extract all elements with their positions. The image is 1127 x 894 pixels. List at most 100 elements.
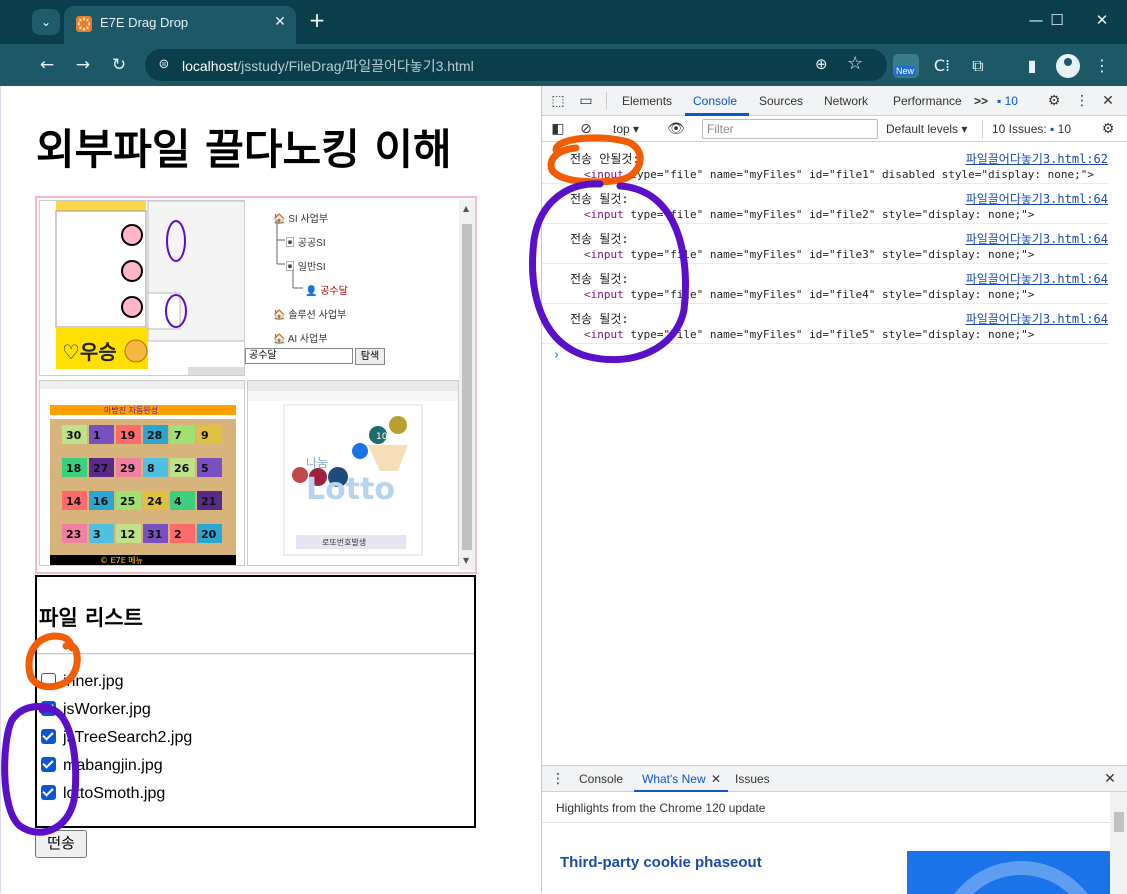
log-source-link[interactable]: 파일끌어다놓기3.html:64 [966, 230, 1108, 247]
svg-text:18: 18 [66, 462, 81, 475]
log-message: 전송 될것: [570, 192, 629, 206]
extension-c-icon[interactable]: C⁞ [930, 54, 954, 78]
messages-badge[interactable]: ▪ 10 [997, 94, 1018, 108]
drawer-scroll-thumb[interactable] [1114, 812, 1124, 832]
drawer-close-icon[interactable]: ✕ [1100, 769, 1120, 789]
log-source-link[interactable]: 파일끌어다놓기3.html:64 [966, 190, 1108, 207]
context-selector[interactable]: top ▾ [613, 122, 639, 136]
settings-gear-icon[interactable]: ⚙ [1044, 91, 1064, 111]
file-row-inner[interactable]: inner.jpg [41, 673, 124, 695]
log-element[interactable]: <input type="file" name="myFiles" id="fi… [584, 208, 1034, 221]
drawer-tab-console[interactable]: Console [579, 772, 623, 786]
extensions-puzzle-icon[interactable]: ⧉ [966, 54, 990, 78]
more-tabs-icon[interactable]: >> [974, 94, 988, 108]
magic-footer: © E7E 메뉴 [100, 556, 143, 565]
console-log-entry: 전송 될것: 파일끌어다놓기3.html:64 <input type="fil… [542, 224, 1108, 264]
magic-cell: 9 [197, 425, 222, 444]
magic-cell: 25 [116, 491, 141, 510]
tab-close-icon[interactable]: ✕ [271, 13, 289, 31]
file-row-lottosmoth[interactable]: lottoSmoth.jpg [41, 785, 165, 807]
reload-icon[interactable]: ↻ [106, 52, 132, 78]
file-row-jsworker[interactable]: jsWorker.jpg [41, 701, 151, 723]
magic-cell: 19 [116, 425, 141, 444]
extension-new-badge-icon[interactable]: New [893, 54, 919, 78]
tab-elements[interactable]: Elements [622, 94, 672, 108]
scroll-down-arrow-icon[interactable]: ▼ [463, 556, 469, 565]
log-element[interactable]: <input type="file" name="myFiles" id="fi… [584, 248, 1034, 261]
menu-kebab-icon[interactable]: ⋮ [1090, 54, 1114, 78]
drawer-tab-whats-new[interactable]: What's New [642, 772, 706, 786]
drop-zone-scrollbar[interactable]: ▲ ▼ [459, 200, 475, 570]
file-checkbox-lottosmoth[interactable] [41, 785, 56, 800]
drawer-tab-issues[interactable]: Issues [735, 772, 770, 786]
svg-text:27: 27 [93, 462, 108, 475]
side-panel-icon[interactable]: ▮ [1020, 54, 1044, 78]
url-text[interactable]: localhost/jsstudy/FileDrag/파일끌어다놓기3.html [182, 56, 474, 76]
device-toolbar-icon[interactable]: ▭ [576, 91, 596, 111]
tab-search-chevron-icon[interactable]: ⌄ [32, 9, 60, 35]
tab-network[interactable]: Network [824, 94, 868, 108]
forward-arrow-icon[interactable]: → [70, 52, 96, 78]
tab-favicon-icon: ꙰ [76, 16, 92, 32]
svg-text:19: 19 [120, 429, 135, 442]
tab-console[interactable]: Console [693, 94, 737, 108]
log-element[interactable]: <input type="file" name="myFiles" id="fi… [584, 168, 1094, 181]
log-element[interactable]: <input type="file" name="myFiles" id="fi… [584, 288, 1034, 301]
zoom-icon[interactable]: ⊕ [815, 55, 828, 73]
maximize-icon[interactable]: ☐ [1037, 6, 1077, 34]
magic-cell: 28 [143, 425, 168, 444]
devtools-close-icon[interactable]: ✕ [1098, 91, 1118, 111]
svg-text:1: 1 [93, 429, 101, 442]
send-button[interactable]: 떤송 [35, 830, 87, 858]
profile-avatar-icon[interactable] [1056, 54, 1080, 78]
back-arrow-icon[interactable]: ← [34, 52, 60, 78]
site-info-icon[interactable]: ⊜ [153, 55, 175, 75]
file-checkbox-inner[interactable] [41, 673, 56, 688]
console-filter-input[interactable]: Filter [702, 119, 878, 139]
bookmark-star-icon[interactable]: ☆ [847, 53, 863, 74]
clear-console-icon[interactable]: ⊘ [576, 119, 596, 139]
file-checkbox-jstreesearch2[interactable] [41, 729, 56, 744]
worker-caption: ♡우승 [62, 340, 117, 364]
devtools-menu-kebab-icon[interactable]: ⋮ [1072, 91, 1092, 111]
tab-sources[interactable]: Sources [759, 94, 803, 108]
scroll-thumb[interactable] [462, 224, 472, 550]
log-source-link[interactable]: 파일끌어다놓기3.html:64 [966, 270, 1108, 287]
log-levels-dropdown[interactable]: Default levels ▾ [886, 122, 967, 136]
new-tab-plus-icon[interactable]: + [306, 9, 328, 33]
whats-new-article-link[interactable]: Third-party cookie phaseout [560, 854, 762, 871]
magic-cell: 20 [197, 524, 222, 543]
drawer-tab-close-icon[interactable]: ✕ [711, 772, 721, 786]
lotto-screenshot: 10 나눔 Lotto 로또번호발생 [248, 381, 458, 556]
file-checkbox-mabangjin[interactable] [41, 757, 56, 772]
drawer-scrollbar[interactable] [1110, 792, 1127, 894]
magic-cell: 3 [89, 524, 114, 543]
inspect-element-icon[interactable]: ⬚ [548, 91, 568, 111]
live-expression-eye-icon[interactable]: 👁 [666, 119, 686, 139]
tab-performance[interactable]: Performance [893, 94, 962, 108]
magic-cell: 27 [89, 458, 114, 477]
tree-lines [276, 220, 303, 289]
file-checkbox-jsworker[interactable] [41, 701, 56, 716]
drawer-menu-kebab-icon[interactable]: ⋮ [548, 769, 568, 789]
file-row-mabangjin[interactable]: mabangjin.jpg [41, 757, 163, 779]
log-source-link[interactable]: 파일끌어다놓기3.html:64 [966, 310, 1108, 327]
browser-tab[interactable]: ꙰ E7E Drag Drop ✕ [64, 6, 296, 44]
address-bar[interactable]: ⊜ localhost/jsstudy/FileDrag/파일끌어다놓기3.ht… [145, 49, 887, 81]
file-row-jstreesearch2[interactable]: jsTreeSearch2.jpg [41, 729, 192, 751]
log-source-link[interactable]: 파일끌어다놓기3.html:62 [966, 150, 1108, 167]
scroll-up-arrow-icon[interactable]: ▲ [463, 204, 469, 213]
window-close-icon[interactable]: ✕ [1082, 6, 1122, 34]
svg-text:3: 3 [93, 528, 101, 541]
magic-header: 마방진 자동완성 [104, 405, 158, 415]
tab-separator [606, 92, 607, 110]
issues-counter[interactable]: 10 Issues: ▪ 10 [992, 122, 1071, 136]
magic-cell: 12 [116, 524, 141, 543]
log-element[interactable]: <input type="file" name="myFiles" id="fi… [584, 328, 1034, 341]
page-left-margin [0, 86, 24, 893]
sidebar-toggle-icon[interactable]: ◧ [548, 119, 568, 139]
console-prompt-chevron-icon[interactable]: › [554, 348, 559, 363]
console-settings-gear-icon[interactable]: ⚙ [1098, 119, 1118, 139]
thumbnail-jsworker: ♡우승 [39, 200, 245, 376]
file-drop-zone[interactable]: ♡우승 🏠 SI 사업부 ▣ 공공SI ▣ 일반SI 👤 공수달 🏠 솔루션 사… [35, 196, 477, 574]
